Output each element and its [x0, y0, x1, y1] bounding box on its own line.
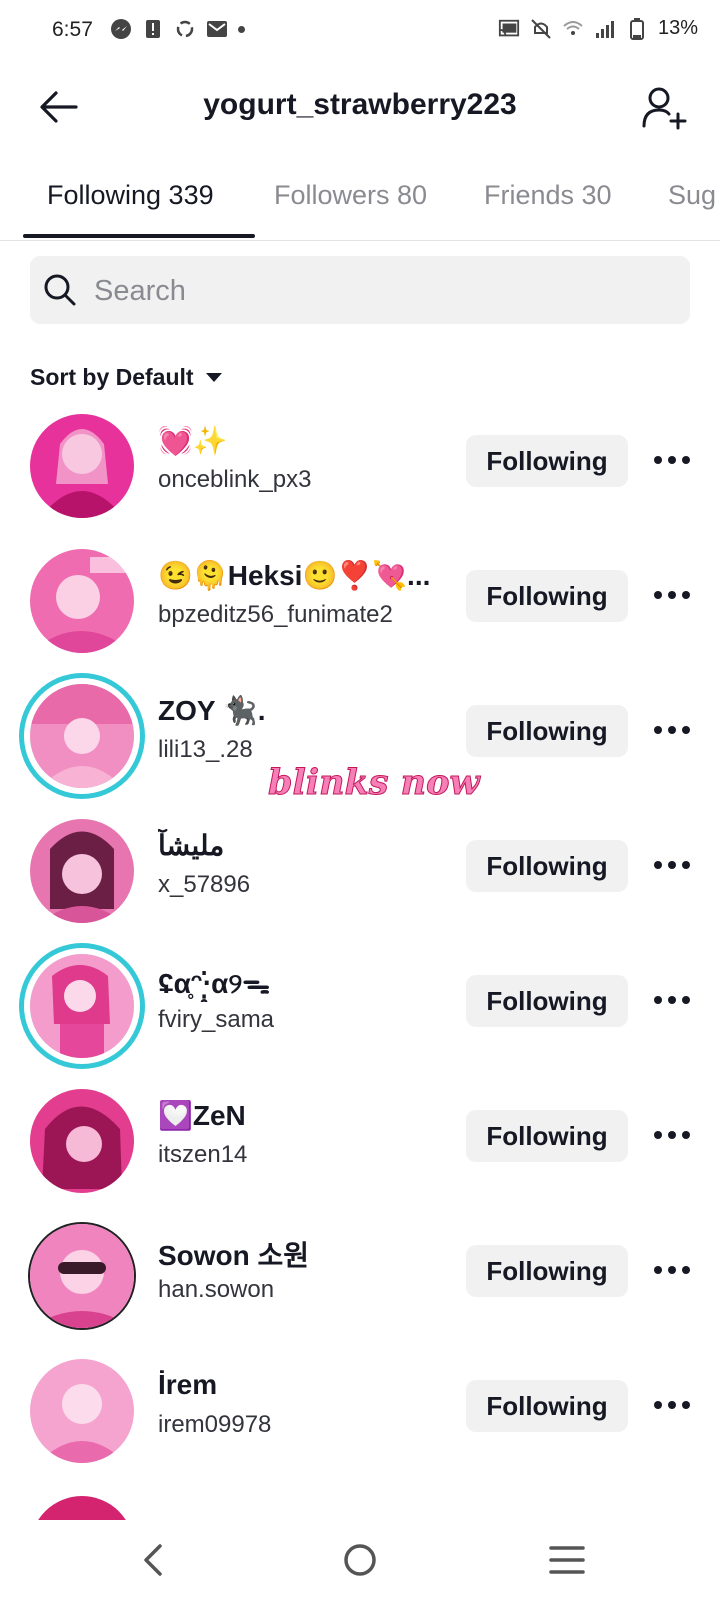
- more-options-icon[interactable]: [650, 986, 694, 1014]
- status-bar: 6:57 13%: [0, 0, 720, 62]
- following-button[interactable]: Following: [466, 435, 628, 487]
- user-display-name: مليشآ: [158, 830, 225, 861]
- top-header: yogurt_strawberry223: [0, 62, 720, 152]
- caret-down-icon: [205, 373, 222, 382]
- following-list: 💓✨ onceblink_px3 Following 😉🫠Heksi🙂❣️💘..…: [0, 402, 720, 1482]
- following-button[interactable]: Following: [466, 570, 628, 622]
- mail-icon: [207, 21, 227, 37]
- more-options-icon[interactable]: [650, 851, 694, 879]
- user-handle: itszen14: [158, 1141, 248, 1168]
- mute-icon: [531, 18, 551, 39]
- more-options-icon[interactable]: [650, 1256, 694, 1284]
- user-handle: onceblink_px3: [158, 466, 312, 493]
- user-handle: han.sowon: [158, 1276, 275, 1303]
- list-item[interactable]: İrem irem09978 Following: [0, 1347, 720, 1482]
- avatar[interactable]: [30, 819, 134, 923]
- list-item[interactable]: مليشآ x_57896 Following: [0, 807, 720, 942]
- avatar[interactable]: [30, 1224, 134, 1328]
- following-button[interactable]: Following: [466, 705, 628, 757]
- system-icons: 13%: [498, 17, 698, 40]
- following-button[interactable]: Following: [466, 1110, 628, 1162]
- user-display-name: 💟ZeN: [158, 1100, 246, 1131]
- battery-icon: [629, 17, 644, 40]
- avatar[interactable]: [30, 954, 134, 1058]
- more-options-icon[interactable]: [650, 581, 694, 609]
- cast-icon: [498, 19, 520, 36]
- tab-followers[interactable]: Followers 80: [274, 180, 427, 211]
- tab-bar: Following 339 Followers 80 Friends 30 Su…: [0, 160, 720, 241]
- list-item[interactable]: 💟ZeN itszen14 Following: [0, 1077, 720, 1212]
- list-item[interactable]: Sowon 소원 han.sowon Following: [0, 1212, 720, 1347]
- following-button[interactable]: Following: [466, 1380, 628, 1432]
- user-handle: irem09978: [158, 1411, 272, 1438]
- overlay-caption: blinks now: [268, 762, 481, 804]
- wifi-icon: [563, 20, 583, 35]
- following-button[interactable]: Following: [466, 1245, 628, 1297]
- status-time: 6:57: [52, 18, 93, 41]
- user-handle: fviry_sama: [158, 1006, 275, 1033]
- user-handle: lili13_.28: [158, 736, 253, 763]
- user-display-name: 💓✨: [158, 425, 228, 456]
- search-input[interactable]: [92, 256, 676, 326]
- tab-friends[interactable]: Friends 30: [484, 180, 612, 211]
- nav-home-icon[interactable]: [335, 1538, 385, 1582]
- search-icon: [44, 274, 76, 306]
- user-handle: bpzeditz56_funimate2: [158, 601, 393, 628]
- battery-percent: 13%: [657, 17, 698, 39]
- following-button[interactable]: Following: [466, 975, 628, 1027]
- more-notifications-icon: [238, 25, 245, 33]
- sync-icon: [176, 20, 194, 38]
- user-display-name: ʢα̥ᵔ‧̣̥̇α୨ᯓ: [158, 968, 270, 999]
- search-box[interactable]: [30, 256, 690, 326]
- list-item[interactable]: ʢα̥ᵔ‧̣̥̇α୨ᯓ fviry_sama Following: [0, 942, 720, 1077]
- avatar[interactable]: [30, 414, 134, 518]
- sort-label: Sort by Default: [30, 364, 194, 390]
- messenger-icon: [111, 19, 131, 39]
- more-options-icon[interactable]: [650, 1391, 694, 1419]
- nav-recents-icon[interactable]: [542, 1538, 592, 1582]
- add-friend-icon[interactable]: [640, 84, 690, 132]
- user-handle: x_57896: [158, 871, 251, 898]
- user-display-name: 😉🫠Heksi🙂❣️💘...: [158, 560, 431, 591]
- notification-icons: [110, 18, 245, 40]
- avatar[interactable]: [30, 684, 134, 788]
- avatar[interactable]: [30, 549, 134, 653]
- more-options-icon[interactable]: [650, 446, 694, 474]
- user-display-name: İrem: [158, 1369, 218, 1400]
- avatar[interactable]: [30, 1359, 134, 1463]
- alert-icon: [146, 20, 160, 38]
- system-nav-bar: [0, 1520, 720, 1600]
- signal-icon: [595, 20, 614, 38]
- list-item[interactable]: 😉🫠Heksi🙂❣️💘... bpzeditz56_funimate2 Foll…: [0, 537, 720, 672]
- list-item[interactable]: 💓✨ onceblink_px3 Following: [0, 402, 720, 537]
- active-tab-indicator: [23, 234, 255, 238]
- more-options-icon[interactable]: [650, 716, 694, 744]
- more-options-icon[interactable]: [650, 1121, 694, 1149]
- tab-suggested[interactable]: Sug: [668, 180, 716, 211]
- nav-back-icon[interactable]: [128, 1538, 178, 1582]
- following-button[interactable]: Following: [466, 840, 628, 892]
- page-title: yogurt_strawberry223: [203, 88, 517, 121]
- user-display-name: Sowon 소원: [158, 1240, 310, 1271]
- avatar[interactable]: [30, 1089, 134, 1193]
- tab-following[interactable]: Following 339: [47, 180, 214, 211]
- sort-dropdown[interactable]: Sort by Default: [30, 364, 222, 391]
- user-display-name: ZOY 🐈‍⬛.: [158, 695, 266, 726]
